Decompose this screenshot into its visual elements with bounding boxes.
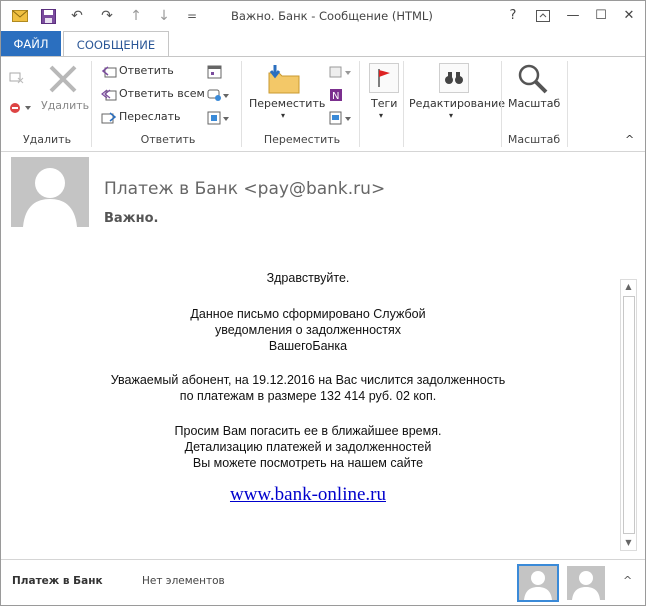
bank-website-link[interactable]: www.bank-online.ru — [1, 484, 615, 506]
ignore-icon[interactable] — [9, 69, 25, 84]
envelope-icon[interactable] — [11, 7, 29, 25]
scroll-down-arrow[interactable]: ▼ — [621, 536, 636, 550]
ribbon: Удалить Удалить Ответить Ответить всем П… — [1, 57, 645, 152]
body-text: Данное письмо сформировано Службой — [190, 307, 426, 321]
reply-all-button[interactable]: Ответить всем — [119, 87, 205, 100]
svg-text:N: N — [332, 91, 339, 102]
sender-avatar[interactable] — [11, 157, 89, 227]
tab-message[interactable]: СООБЩЕНИЕ — [63, 31, 169, 57]
title-bar: ↶ ↷ ↑ ↓ = Важно. Банк - Сообщение (HTML)… — [1, 1, 645, 31]
delete-group-label: Удалить — [22, 133, 72, 146]
people-pane: Платеж в Банк Нет элементов ^ — [1, 559, 645, 605]
editing-button[interactable]: Редактирование — [409, 97, 505, 110]
message-subject: Важно. — [104, 211, 159, 226]
body-text: ВашегоБанка — [268, 339, 348, 353]
move-dropdown-icon[interactable]: ▾ — [281, 111, 285, 120]
group-separator — [241, 61, 242, 147]
previous-item-icon[interactable]: ↑ — [127, 7, 145, 25]
scrollbar-thumb[interactable] — [623, 296, 635, 534]
junk-icon[interactable] — [9, 99, 31, 113]
rules-icon[interactable] — [329, 64, 351, 78]
reply-all-icon — [101, 87, 117, 101]
binoculars-icon[interactable] — [439, 63, 469, 93]
tags-dropdown-icon[interactable]: ▾ — [379, 111, 383, 120]
next-item-icon[interactable]: ↓ — [155, 7, 173, 25]
close-button[interactable]: ✕ — [617, 5, 641, 27]
group-separator — [501, 61, 502, 147]
reply-icon — [101, 64, 117, 78]
onenote-icon[interactable]: N — [329, 87, 345, 102]
tab-file[interactable]: ФАЙЛ — [1, 31, 61, 57]
collapse-ribbon-icon[interactable]: ^ — [625, 133, 634, 146]
move-group-label: Переместить — [263, 133, 341, 146]
tags-button[interactable]: Теги — [371, 97, 397, 110]
respond-group-label: Ответить — [140, 133, 196, 146]
move-folder-icon[interactable] — [267, 63, 301, 95]
body-text: Вы можете посмотреть на нашем сайте — [192, 456, 424, 470]
meeting-icon[interactable] — [207, 64, 223, 79]
contact-avatar[interactable] — [517, 564, 559, 602]
sender-address[interactable]: Платеж в Банк <pay@bank.ru> — [104, 179, 385, 199]
save-icon[interactable] — [39, 7, 57, 25]
group-separator — [567, 61, 568, 147]
customize-quick-access-icon[interactable]: = — [183, 7, 201, 25]
body-text: уведомления о задолженностях — [214, 323, 402, 337]
im-icon[interactable] — [207, 87, 229, 101]
body-text: Уважаемый абонент, на 19.12.2016 на Вас … — [110, 373, 506, 387]
ribbon-display-options-icon[interactable] — [531, 5, 555, 27]
ribbon-tabs: ФАЙЛ СООБЩЕНИЕ — [1, 31, 645, 57]
message-body: Здравствуйте. Данное письмо сформировано… — [1, 263, 615, 553]
people-pane-status: Нет элементов — [142, 575, 225, 587]
group-separator — [359, 61, 360, 147]
people-pane-name[interactable]: Платеж в Банк — [12, 575, 103, 587]
body-text: Детализацию платежей и задолженностей — [184, 440, 432, 454]
delete-icon[interactable] — [47, 63, 79, 95]
contact-avatar[interactable] — [567, 566, 605, 600]
body-text: по платежам в размере 132 414 руб. 02 ко… — [179, 389, 437, 403]
undo-icon[interactable]: ↶ — [67, 7, 87, 25]
people-pane-toggle-icon[interactable]: ^ — [623, 574, 632, 587]
zoom-magnifier-icon[interactable] — [515, 61, 549, 95]
help-button[interactable]: ? — [501, 5, 525, 27]
forward-icon — [101, 110, 117, 124]
delete-button[interactable]: Удалить — [41, 99, 89, 112]
maximize-button[interactable]: ☐ — [589, 5, 613, 27]
group-separator — [403, 61, 404, 147]
redo-icon[interactable]: ↷ — [97, 7, 117, 25]
group-separator — [91, 61, 92, 147]
message-window: ↶ ↷ ↑ ↓ = Важно. Банк - Сообщение (HTML)… — [0, 0, 646, 606]
more-respond-icon[interactable] — [207, 110, 229, 125]
scroll-up-arrow[interactable]: ▲ — [621, 280, 636, 294]
greeting-text: Здравствуйте. — [266, 271, 350, 285]
editing-dropdown-icon[interactable]: ▾ — [449, 111, 453, 120]
forward-button[interactable]: Переслать — [119, 110, 181, 123]
flag-icon[interactable] — [369, 63, 399, 93]
move-button[interactable]: Переместить — [249, 97, 325, 110]
body-text: Просим Вам погасить ее в ближайшее время… — [174, 424, 442, 438]
vertical-scrollbar[interactable]: ▲ ▼ — [620, 279, 637, 551]
minimize-button[interactable]: — — [561, 5, 585, 27]
zoom-button[interactable]: Масштаб — [508, 97, 560, 110]
reply-button[interactable]: Ответить — [119, 64, 174, 77]
window-title: Важно. Банк - Сообщение (HTML) — [231, 9, 433, 23]
zoom-group-label: Масштаб — [507, 133, 561, 146]
actions-icon[interactable] — [329, 110, 351, 125]
